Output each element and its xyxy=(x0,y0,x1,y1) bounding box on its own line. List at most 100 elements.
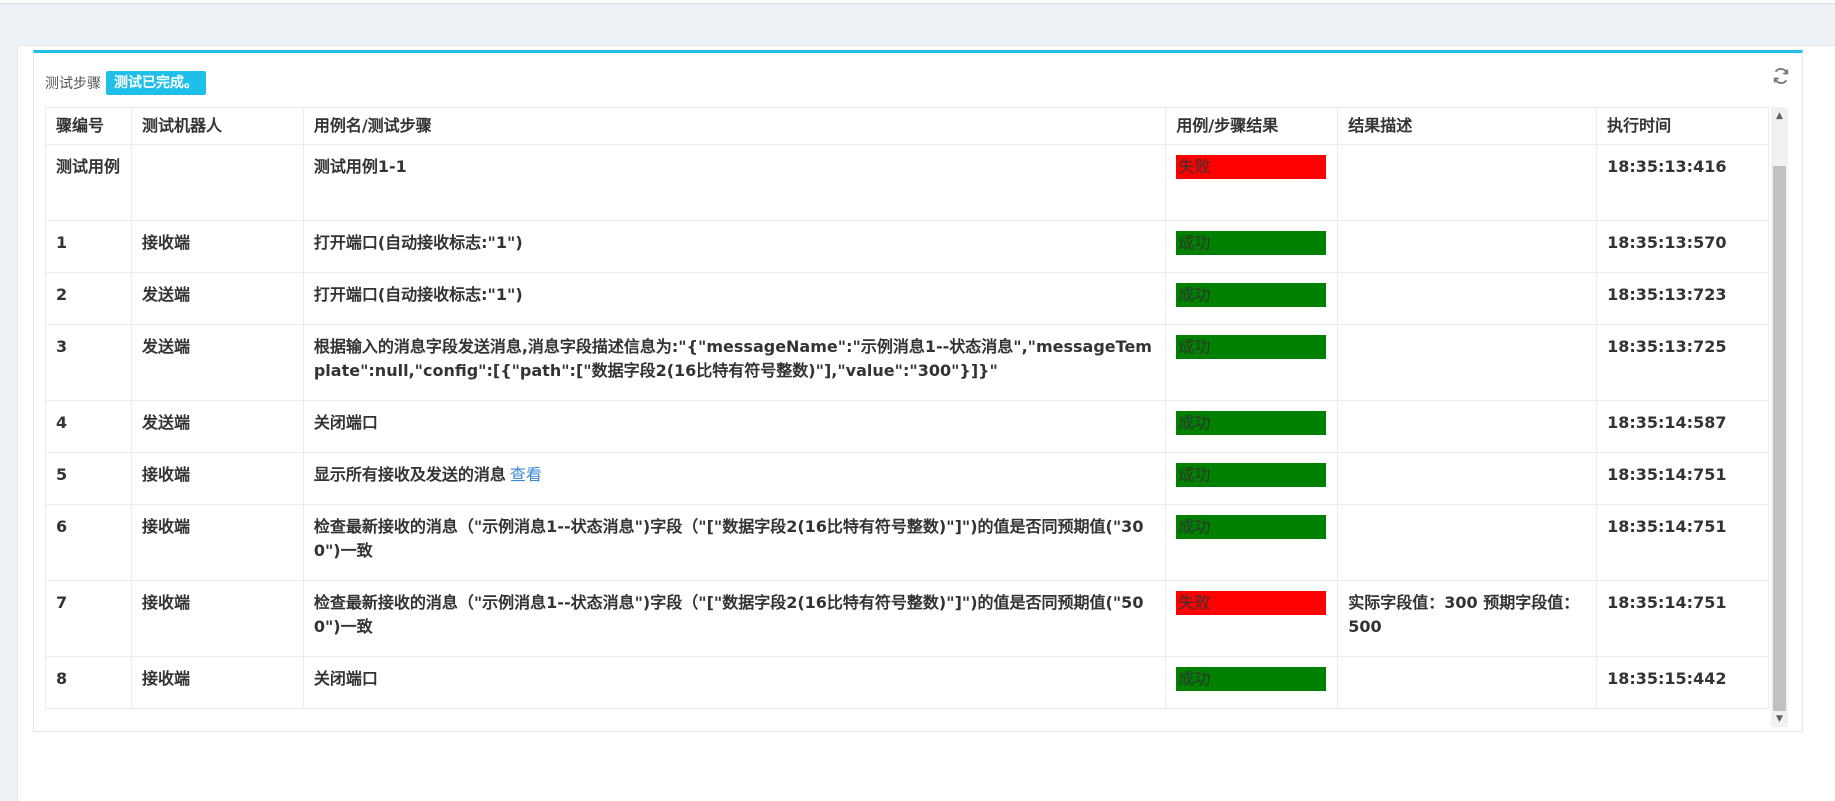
cell-step: 4 xyxy=(45,400,132,453)
steps-table-scroll[interactable]: 骤编号 测试机器人 用例名/测试步骤 用例/步骤结果 结果描述 执行时间 测试用… xyxy=(45,107,1788,727)
cell-step: 5 xyxy=(45,452,132,505)
cell-robot: 接收端 xyxy=(130,656,304,709)
cell-step: 1 xyxy=(45,220,132,273)
cell-result: 成功 xyxy=(1165,324,1339,401)
cell-name: 检查最新接收的消息（"示例消息1--状态消息")字段（"["数据字段2(16比特… xyxy=(302,504,1167,581)
cell-robot: 接收端 xyxy=(130,220,304,273)
cell-description xyxy=(1337,504,1598,581)
cell-result: 成功 xyxy=(1165,452,1339,505)
cell-time: 18:35:15:442 xyxy=(1596,656,1769,709)
cell-result: 失败 xyxy=(1165,144,1339,221)
cell-time: 18:35:13:725 xyxy=(1596,324,1769,401)
cell-description xyxy=(1337,400,1598,453)
step-name: 显示所有接收及发送的消息 xyxy=(313,465,506,484)
cell-step: 3 xyxy=(45,324,132,401)
result-badge: 成功 xyxy=(1176,411,1327,435)
cell-name: 检查最新接收的消息（"示例消息1--状态消息")字段（"["数据字段2(16比特… xyxy=(302,580,1167,657)
table-row: 2 发送端 打开端口(自动接收标志:"1") 成功 18:35:13:723 xyxy=(45,272,1769,325)
cell-name: 显示所有接收及发送的消息 查看 xyxy=(302,452,1167,505)
table-row: 3 发送端 根据输入的消息字段发送消息,消息字段描述信息为:"{"message… xyxy=(45,324,1769,401)
result-badge: 成功 xyxy=(1176,463,1327,487)
table-row: 测试用例 测试用例1-1 失败 18:35:13:416 xyxy=(45,144,1769,221)
step-name: 检查最新接收的消息（"示例消息1--状态消息")字段（"["数据字段2(16比特… xyxy=(313,517,1144,560)
cell-description xyxy=(1337,656,1598,709)
result-badge: 成功 xyxy=(1176,283,1327,307)
panel-title: 测试步骤 xyxy=(45,76,101,92)
cell-description xyxy=(1337,324,1598,401)
cell-robot: 接收端 xyxy=(130,452,304,505)
cell-robot: 接收端 xyxy=(130,580,304,657)
header-step-no: 骤编号 xyxy=(45,107,132,145)
cell-result: 成功 xyxy=(1165,272,1339,325)
result-badge: 失败 xyxy=(1176,155,1327,179)
cell-time: 18:35:13:570 xyxy=(1596,220,1769,273)
step-name: 打开端口(自动接收标志:"1") xyxy=(313,285,523,304)
cell-name: 打开端口(自动接收标志:"1") xyxy=(302,272,1167,325)
table-row: 8 接收端 关闭端口 成功 18:35:15:442 xyxy=(45,656,1769,709)
cell-name: 关闭端口 xyxy=(302,656,1167,709)
test-steps-panel: 测试步骤 测试已完成。 骤编号 测试机器人 用例名/测试步骤 用例/步骤结果 结… xyxy=(33,50,1803,732)
cell-description: 实际字段值：300 预期字段值：500 xyxy=(1337,580,1598,657)
result-badge: 失败 xyxy=(1176,591,1327,615)
status-badge: 测试已完成。 xyxy=(106,71,206,95)
result-badge: 成功 xyxy=(1176,667,1327,691)
cell-robot: 发送端 xyxy=(130,324,304,401)
result-badge: 成功 xyxy=(1176,231,1327,255)
cell-robot: 接收端 xyxy=(130,504,304,581)
header-name: 用例名/测试步骤 xyxy=(302,107,1167,145)
cell-robot: 发送端 xyxy=(130,272,304,325)
cell-time: 18:35:14:751 xyxy=(1596,452,1769,505)
cell-description xyxy=(1337,452,1598,505)
cell-result: 成功 xyxy=(1165,400,1339,453)
cell-name: 关闭端口 xyxy=(302,400,1167,453)
table-header-row: 骤编号 测试机器人 用例名/测试步骤 用例/步骤结果 结果描述 执行时间 xyxy=(45,107,1769,145)
cell-result: 成功 xyxy=(1165,504,1339,581)
cell-time: 18:35:13:723 xyxy=(1596,272,1769,325)
table-row: 7 接收端 检查最新接收的消息（"示例消息1--状态消息")字段（"["数据字段… xyxy=(45,580,1769,657)
cell-step: 8 xyxy=(45,656,132,709)
step-name: 关闭端口 xyxy=(313,413,378,432)
table-row: 1 接收端 打开端口(自动接收标志:"1") 成功 18:35:13:570 xyxy=(45,220,1769,273)
cell-time: 18:35:14:751 xyxy=(1596,504,1769,581)
header-result: 用例/步骤结果 xyxy=(1165,107,1339,145)
cell-time: 18:35:13:416 xyxy=(1596,144,1769,221)
step-name: 根据输入的消息字段发送消息,消息字段描述信息为:"{"messageName":… xyxy=(313,337,1152,380)
result-badge: 成功 xyxy=(1176,515,1327,539)
cell-name: 测试用例1-1 xyxy=(302,144,1167,221)
table-row: 6 接收端 检查最新接收的消息（"示例消息1--状态消息")字段（"["数据字段… xyxy=(45,504,1769,581)
table-row: 5 接收端 显示所有接收及发送的消息 查看 成功 18:35:14:751 xyxy=(45,452,1769,505)
cell-name: 根据输入的消息字段发送消息,消息字段描述信息为:"{"messageName":… xyxy=(302,324,1167,401)
cell-result: 失败 xyxy=(1165,580,1339,657)
step-name: 测试用例1-1 xyxy=(313,157,407,176)
cell-step: 测试用例 xyxy=(45,144,132,221)
cell-step: 6 xyxy=(45,504,132,581)
view-messages-link[interactable]: 查看 xyxy=(510,465,542,484)
vertical-scrollbar[interactable]: ▲ ▼ xyxy=(1771,107,1788,727)
table-row: 4 发送端 关闭端口 成功 18:35:14:587 xyxy=(45,400,1769,453)
steps-table: 骤编号 测试机器人 用例名/测试步骤 用例/步骤结果 结果描述 执行时间 测试用… xyxy=(45,107,1769,709)
scroll-down-arrow-icon[interactable]: ▼ xyxy=(1771,710,1788,727)
step-name: 检查最新接收的消息（"示例消息1--状态消息")字段（"["数据字段2(16比特… xyxy=(313,593,1144,636)
panel-header: 测试步骤 测试已完成。 xyxy=(45,69,206,97)
cell-result: 成功 xyxy=(1165,656,1339,709)
cell-time: 18:35:14:587 xyxy=(1596,400,1769,453)
cell-time: 18:35:14:751 xyxy=(1596,580,1769,657)
scrollbar-thumb[interactable] xyxy=(1773,166,1786,711)
cell-name: 打开端口(自动接收标志:"1") xyxy=(302,220,1167,273)
cell-robot xyxy=(130,144,304,221)
top-bar xyxy=(0,0,1835,4)
step-name: 打开端口(自动接收标志:"1") xyxy=(313,233,523,252)
cell-robot: 发送端 xyxy=(130,400,304,453)
refresh-icon[interactable] xyxy=(1772,67,1790,85)
cell-result: 成功 xyxy=(1165,220,1339,273)
header-description: 结果描述 xyxy=(1337,107,1598,145)
result-badge: 成功 xyxy=(1176,335,1327,359)
cell-description xyxy=(1337,220,1598,273)
header-time: 执行时间 xyxy=(1596,107,1769,145)
cell-step: 7 xyxy=(45,580,132,657)
step-name: 关闭端口 xyxy=(313,669,378,688)
cell-description xyxy=(1337,272,1598,325)
scroll-up-arrow-icon[interactable]: ▲ xyxy=(1771,107,1788,124)
cell-step: 2 xyxy=(45,272,132,325)
cell-description xyxy=(1337,144,1598,221)
